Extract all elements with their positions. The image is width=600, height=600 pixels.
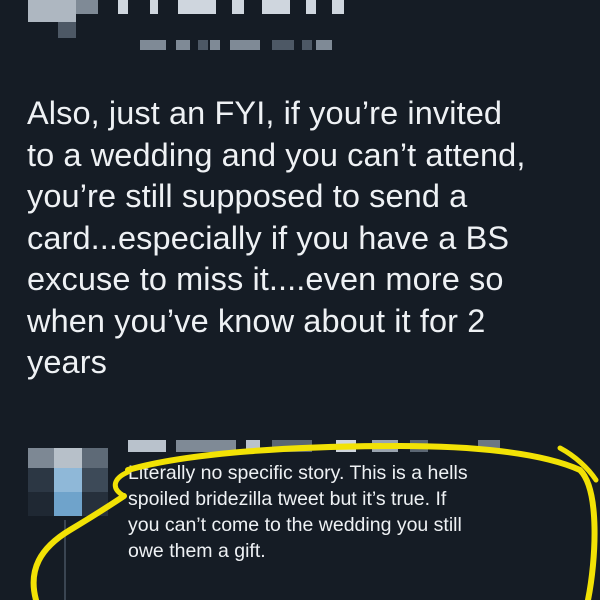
redacted-name-block bbox=[118, 0, 128, 14]
redacted-name-block bbox=[150, 0, 158, 14]
redacted-author-header bbox=[0, 0, 600, 80]
thread-line bbox=[64, 520, 66, 600]
redacted-avatar-block bbox=[58, 22, 76, 38]
redacted-reply-name bbox=[246, 440, 260, 452]
redacted-handle-block bbox=[198, 40, 208, 50]
redacted-name-block bbox=[332, 0, 344, 14]
redacted-avatar-block bbox=[76, 0, 98, 14]
redacted-handle-block bbox=[230, 40, 260, 50]
redacted-reply-name bbox=[372, 440, 398, 452]
redacted-name-block bbox=[262, 0, 290, 14]
redacted-reply-name bbox=[336, 440, 356, 452]
redacted-reply-name bbox=[176, 440, 236, 452]
screenshot-screen: Also, just an FYI, if you’re invited to … bbox=[0, 0, 600, 600]
redacted-handle-block bbox=[210, 40, 220, 50]
redacted-handle-block bbox=[272, 40, 294, 50]
redacted-reply-name bbox=[128, 440, 166, 452]
redacted-handle-block bbox=[140, 40, 166, 50]
redacted-handle-block bbox=[176, 40, 190, 50]
redacted-name-block bbox=[306, 0, 316, 14]
redacted-name-block bbox=[178, 0, 216, 14]
avatar[interactable] bbox=[28, 448, 108, 516]
redacted-handle-block bbox=[302, 40, 312, 50]
post-text: Also, just an FYI, if you’re invited to … bbox=[27, 95, 526, 380]
redacted-avatar bbox=[28, 0, 76, 22]
redacted-reply-name bbox=[478, 440, 500, 452]
reply-text: Literally no specific story. This is a h… bbox=[128, 462, 468, 562]
redacted-reply-name bbox=[272, 440, 312, 452]
redacted-name-block bbox=[232, 0, 244, 14]
redacted-reply-name bbox=[410, 440, 428, 452]
redacted-handle-block bbox=[316, 40, 332, 50]
